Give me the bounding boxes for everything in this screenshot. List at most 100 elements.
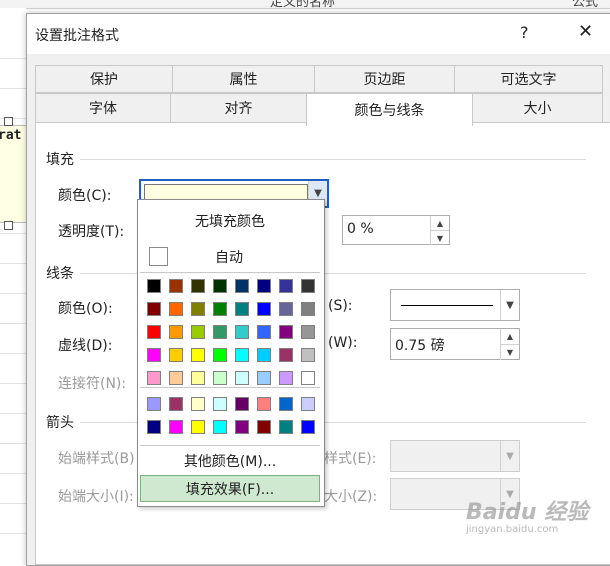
color-swatch[interactable] [147,279,161,293]
color-swatch[interactable] [191,371,205,385]
tab-margins[interactable]: 页边距 [314,65,455,93]
color-swatch[interactable] [147,371,161,385]
fill-section-title: 填充 [46,152,74,168]
color-swatch[interactable] [257,420,271,434]
chevron-down-icon[interactable]: ▼ [500,290,519,320]
auto-color-option[interactable]: 自动 [140,242,320,270]
color-swatch[interactable] [213,371,227,385]
color-swatch[interactable] [213,325,227,339]
color-swatch[interactable] [301,279,315,293]
color-swatch[interactable] [235,371,249,385]
spin-up-icon[interactable]: ▲ [430,216,449,230]
color-swatch[interactable] [257,325,271,339]
color-swatch[interactable] [257,348,271,362]
color-swatch[interactable] [147,302,161,316]
line-weight-value: 0.75 磅 [395,338,445,354]
color-swatch[interactable] [235,279,249,293]
color-swatch[interactable] [279,302,293,316]
chevron-down-icon: ▼ [500,441,519,471]
color-swatch[interactable] [301,420,315,434]
transparency-input[interactable]: 0 % ▲ ▼ [342,215,450,245]
baidu-watermark: Baidu 经验 jingyan.baidu.com [466,494,588,535]
color-swatch[interactable] [147,348,161,362]
line-weight-input[interactable]: 0.75 磅 ▲ ▼ [390,328,520,360]
color-swatch[interactable] [301,302,315,316]
more-colors-label: 其他颜色(M)... [183,454,277,470]
color-swatch[interactable] [279,279,293,293]
color-swatch[interactable] [191,348,205,362]
tab-protection[interactable]: 保护 [35,65,173,93]
comment-text: rat [0,128,22,143]
transparency-value: 0 % [347,221,374,237]
line-section-title: 线条 [46,266,74,282]
color-swatch[interactable] [257,397,271,411]
color-swatch[interactable] [279,397,293,411]
more-colors-option[interactable]: 其他颜色(M)... [140,449,320,473]
color-swatch[interactable] [191,279,205,293]
begin-style-label: 始端样式(B) [58,451,135,467]
color-swatch[interactable] [301,325,315,339]
color-swatch[interactable] [257,279,271,293]
connector-label: 连接符(N): [58,376,127,392]
line-weight-label: (W): [328,335,358,351]
color-swatch[interactable] [169,302,183,316]
color-swatch[interactable] [257,371,271,385]
close-button[interactable]: ✕ [578,21,593,42]
fill-effects-option[interactable]: 填充效果(F)... [140,475,320,502]
help-button[interactable]: ? [520,23,529,42]
color-swatch[interactable] [169,371,183,385]
color-swatch[interactable] [213,348,227,362]
color-swatch[interactable] [235,420,249,434]
end-style-dropdown[interactable]: ▼ [390,440,520,472]
comment-box[interactable]: rat [0,125,27,223]
comment-resize-handle[interactable] [4,117,13,126]
tab-font[interactable]: 字体 [35,93,171,123]
color-swatch[interactable] [191,325,205,339]
color-swatch[interactable] [235,302,249,316]
arrows-section-title: 箭头 [46,415,74,431]
color-swatch[interactable] [147,397,161,411]
transparency-label: 透明度(T): [58,224,125,240]
fill-effects-label: 填充效果(F)... [185,481,275,498]
color-swatch[interactable] [257,302,271,316]
color-swatch[interactable] [279,325,293,339]
spreadsheet-header-strip: 定义的名称 公式审 [0,0,610,9]
color-swatch[interactable] [169,420,183,434]
color-swatch[interactable] [169,397,183,411]
color-swatch[interactable] [301,397,315,411]
color-swatch[interactable] [301,348,315,362]
color-swatch[interactable] [191,302,205,316]
color-swatch[interactable] [235,397,249,411]
spin-up-icon[interactable]: ▲ [500,329,519,344]
spin-down-icon[interactable]: ▼ [500,344,519,360]
color-swatch[interactable] [147,420,161,434]
color-swatch[interactable] [147,325,161,339]
color-swatch[interactable] [235,348,249,362]
color-swatch[interactable] [279,420,293,434]
color-swatch[interactable] [213,279,227,293]
comment-resize-handle[interactable] [4,221,13,230]
color-swatch[interactable] [279,348,293,362]
color-swatch[interactable] [213,397,227,411]
tab-properties[interactable]: 属性 [172,65,315,93]
color-swatch[interactable] [235,325,249,339]
color-swatch[interactable] [213,302,227,316]
color-swatch[interactable] [169,348,183,362]
line-style-dropdown[interactable]: ▼ [390,289,520,321]
tab-colors-and-lines[interactable]: 颜色与线条 [306,93,473,126]
color-swatch[interactable] [191,397,205,411]
tab-size[interactable]: 大小 [472,93,603,123]
no-fill-option[interactable]: 无填充颜色 [138,204,322,238]
color-swatch[interactable] [169,279,183,293]
watermark-brand: Baidu 经验 [466,500,589,525]
color-swatch[interactable] [191,420,205,434]
spin-down-icon[interactable]: ▼ [430,230,449,245]
tab-alt-text[interactable]: 可选文字 [454,65,603,93]
color-swatch[interactable] [213,420,227,434]
dash-label: 虚线(D): [58,338,113,354]
color-swatch[interactable] [301,371,315,385]
color-swatch[interactable] [169,325,183,339]
color-swatch[interactable] [279,371,293,385]
tab-alignment[interactable]: 对齐 [170,93,307,123]
column-header-fragment: 公式审 [572,0,599,9]
